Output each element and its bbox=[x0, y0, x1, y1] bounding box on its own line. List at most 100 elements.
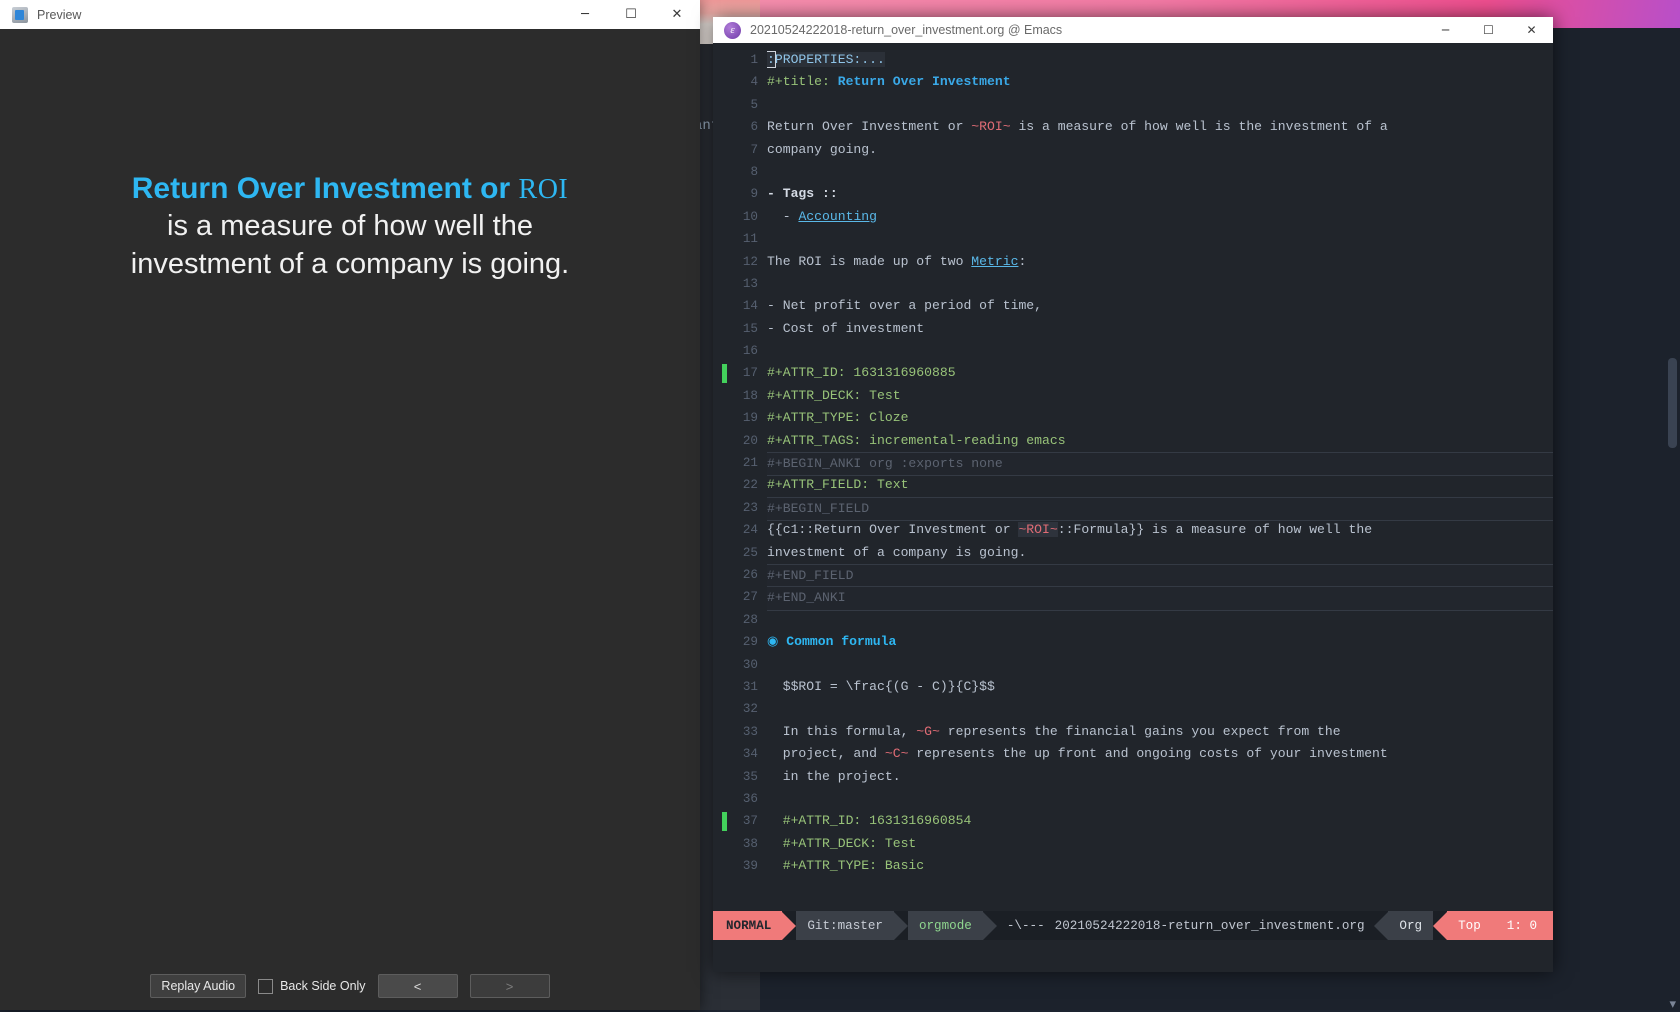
code-line-text[interactable]: $$ROI = \frac{(G - C)}{C}$$ bbox=[767, 676, 1553, 698]
line-number: 9 bbox=[750, 187, 758, 202]
code-line[interactable]: 16 bbox=[713, 340, 1553, 362]
line-number: 19 bbox=[742, 411, 758, 426]
code-line[interactable]: 4 #+title: Return Over Investment bbox=[713, 71, 1553, 93]
code-line[interactable]: 10 - Accounting bbox=[713, 206, 1553, 228]
code-line[interactable]: 6 Return Over Investment or ~ROI~ is a me… bbox=[713, 116, 1553, 138]
code-line[interactable]: 34 project, and ~C~ represents the up fr… bbox=[713, 743, 1553, 765]
modeline-git-branch[interactable]: Git:master bbox=[796, 911, 894, 940]
background-scrollbar-rail[interactable]: ▾ bbox=[1662, 28, 1680, 1011]
line-number: 7 bbox=[750, 142, 758, 157]
code-line[interactable]: 1 :PROPERTIES:... bbox=[713, 49, 1553, 71]
card-line-3: investment of a company is going. bbox=[130, 248, 570, 281]
code-line[interactable]: 25 investment of a company is going. bbox=[713, 542, 1553, 564]
code-line-text[interactable]: in the project. bbox=[767, 766, 1553, 788]
line-number: 4 bbox=[750, 75, 758, 90]
code-line[interactable]: 18 #+ATTR_DECK: Test bbox=[713, 385, 1553, 407]
line-number: 23 bbox=[742, 500, 758, 515]
modeline-evil-state: NORMAL bbox=[713, 911, 783, 940]
code-line[interactable]: 39 #+ATTR_TYPE: Basic bbox=[713, 855, 1553, 877]
previous-card-button[interactable]: < bbox=[377, 974, 458, 998]
code-line[interactable]: 23 #+BEGIN_FIELD bbox=[713, 496, 1553, 522]
line-number: 38 bbox=[742, 836, 758, 851]
code-line[interactable]: 15 - Cost of investment bbox=[713, 318, 1553, 340]
code-line-text[interactable]: #+BEGIN_ANKI org :exports none bbox=[767, 452, 1553, 477]
code-line[interactable]: 38 #+ATTR_DECK: Test bbox=[713, 833, 1553, 855]
preview-close-button[interactable]: ✕ bbox=[654, 0, 700, 29]
line-number: 32 bbox=[742, 702, 758, 717]
emacs-minimize-button[interactable]: ─ bbox=[1424, 17, 1467, 43]
code-line[interactable]: 37 #+ATTR_ID: 1631316960854 bbox=[713, 810, 1553, 832]
code-line-text[interactable]: - Cost of investment bbox=[767, 318, 1553, 340]
back-side-only-checkbox-group[interactable]: Back Side Only bbox=[258, 978, 366, 994]
code-line-text[interactable]: #+END_ANKI bbox=[767, 586, 1553, 611]
preview-maximize-button[interactable]: ☐ bbox=[608, 0, 654, 29]
code-line[interactable]: 12 The ROI is made up of two Metric: bbox=[713, 251, 1553, 273]
code-line-text[interactable]: #+END_FIELD bbox=[767, 563, 1553, 589]
code-line[interactable]: 11 bbox=[713, 228, 1553, 250]
code-line-text[interactable]: #+title: Return Over Investment bbox=[767, 71, 1553, 93]
code-line[interactable]: 32 bbox=[713, 698, 1553, 720]
emacs-maximize-button[interactable]: ☐ bbox=[1467, 17, 1510, 43]
code-line[interactable]: 27 #+END_ANKI bbox=[713, 586, 1553, 611]
line-number: 1 bbox=[750, 53, 758, 67]
preview-window[interactable]: Preview ─ ☐ ✕ Return Over Investment or … bbox=[0, 0, 700, 1010]
emacs-window[interactable]: ε 20210524222018-return_over_investment.… bbox=[713, 17, 1553, 972]
code-line-text[interactable]: #+ATTR_ID: 1631316960854 bbox=[767, 810, 1553, 832]
code-line[interactable]: 24 {{c1::Return Over Investment or ~ROI~:… bbox=[713, 519, 1553, 541]
code-line-text[interactable]: project, and ~C~ represents the up front… bbox=[767, 743, 1553, 765]
code-line[interactable]: 30 bbox=[713, 654, 1553, 676]
code-line[interactable]: 35 in the project. bbox=[713, 766, 1553, 788]
code-line[interactable]: 36 bbox=[713, 788, 1553, 810]
preview-card-area: Return Over Investment or ROI is a measu… bbox=[0, 29, 700, 1010]
code-line-text[interactable]: - Accounting bbox=[767, 206, 1553, 228]
code-line[interactable]: 20 #+ATTR_TAGS: incremental-reading emacs bbox=[713, 430, 1553, 452]
code-line-text[interactable]: ◉ Common formula bbox=[767, 631, 1553, 653]
back-side-only-label: Back Side Only bbox=[280, 979, 366, 993]
emacs-close-button[interactable]: ✕ bbox=[1510, 17, 1553, 43]
background-scrollbar-thumb[interactable] bbox=[1668, 358, 1677, 448]
code-line[interactable]: 28 bbox=[713, 609, 1553, 631]
code-line[interactable]: 14 - Net profit over a period of time, bbox=[713, 295, 1553, 317]
org-buffer-content[interactable]: 1 :PROPERTIES:... 4 #+title: Return Over In… bbox=[713, 43, 1553, 877]
code-line-text[interactable]: #+ATTR_DECK: Test bbox=[767, 833, 1553, 855]
git-change-marker bbox=[722, 812, 727, 832]
code-line[interactable]: 29 ◉ Common formula bbox=[713, 631, 1553, 653]
emacs-titlebar[interactable]: ε 20210524222018-return_over_investment.… bbox=[713, 17, 1553, 44]
code-line[interactable]: 9 - Tags :: bbox=[713, 183, 1553, 205]
replay-audio-button[interactable]: Replay Audio bbox=[150, 974, 247, 998]
code-line[interactable]: 33 In this formula, ~G~ represents the f… bbox=[713, 721, 1553, 743]
code-line-text[interactable]: In this formula, ~G~ represents the fina… bbox=[767, 721, 1553, 743]
code-line-text[interactable]: #+ATTR_TYPE: Cloze bbox=[767, 407, 1553, 429]
code-line[interactable]: 21 #+BEGIN_ANKI org :exports none bbox=[713, 452, 1553, 477]
code-line-text[interactable]: The ROI is made up of two Metric: bbox=[767, 251, 1553, 273]
code-line-text[interactable]: #+ATTR_DECK: Test bbox=[767, 385, 1553, 407]
emacs-buffer[interactable]: 1 :PROPERTIES:... 4 #+title: Return Over In… bbox=[713, 43, 1553, 972]
code-line-text[interactable]: investment of a company is going. bbox=[767, 542, 1553, 564]
code-line-text[interactable]: #+ATTR_FIELD: Text bbox=[767, 474, 1553, 496]
preview-titlebar[interactable]: Preview ─ ☐ ✕ bbox=[0, 0, 700, 30]
card-line-2: is a measure of how well the bbox=[167, 210, 533, 243]
code-line[interactable]: 8 bbox=[713, 161, 1553, 183]
code-line[interactable]: 26 #+END_FIELD bbox=[713, 563, 1553, 589]
code-line[interactable]: 17 #+ATTR_ID: 1631316960885 bbox=[713, 362, 1553, 384]
code-line[interactable]: 19 #+ATTR_TYPE: Cloze bbox=[713, 407, 1553, 429]
code-line[interactable]: 7 company going. bbox=[713, 139, 1553, 161]
code-line-text[interactable]: #+BEGIN_FIELD bbox=[767, 496, 1553, 522]
code-line[interactable]: 13 bbox=[713, 273, 1553, 295]
code-line-text[interactable]: Return Over Investment or ~ROI~ is a mea… bbox=[767, 116, 1553, 138]
code-line-text[interactable]: {{c1::Return Over Investment or ~ROI~::F… bbox=[767, 519, 1553, 541]
code-line-text[interactable]: :PROPERTIES:... bbox=[767, 49, 1553, 71]
next-card-button[interactable]: > bbox=[469, 974, 550, 998]
emacs-minibuffer[interactable] bbox=[713, 940, 1553, 972]
code-line-text[interactable]: #+ATTR_TAGS: incremental-reading emacs bbox=[767, 430, 1553, 452]
code-line-text[interactable]: #+ATTR_TYPE: Basic bbox=[767, 855, 1553, 877]
code-line-text[interactable]: - Tags :: bbox=[767, 183, 1553, 205]
preview-minimize-button[interactable]: ─ bbox=[562, 0, 608, 29]
code-line-text[interactable]: #+ATTR_ID: 1631316960885 bbox=[767, 362, 1553, 384]
code-line-text[interactable]: company going. bbox=[767, 139, 1553, 161]
code-line-text[interactable]: - Net profit over a period of time, bbox=[767, 295, 1553, 317]
code-line[interactable]: 31 $$ROI = \frac{(G - C)}{C}$$ bbox=[713, 676, 1553, 698]
back-side-only-checkbox[interactable] bbox=[258, 978, 274, 994]
code-line[interactable]: 5 bbox=[713, 94, 1553, 116]
code-line[interactable]: 22 #+ATTR_FIELD: Text bbox=[713, 474, 1553, 496]
